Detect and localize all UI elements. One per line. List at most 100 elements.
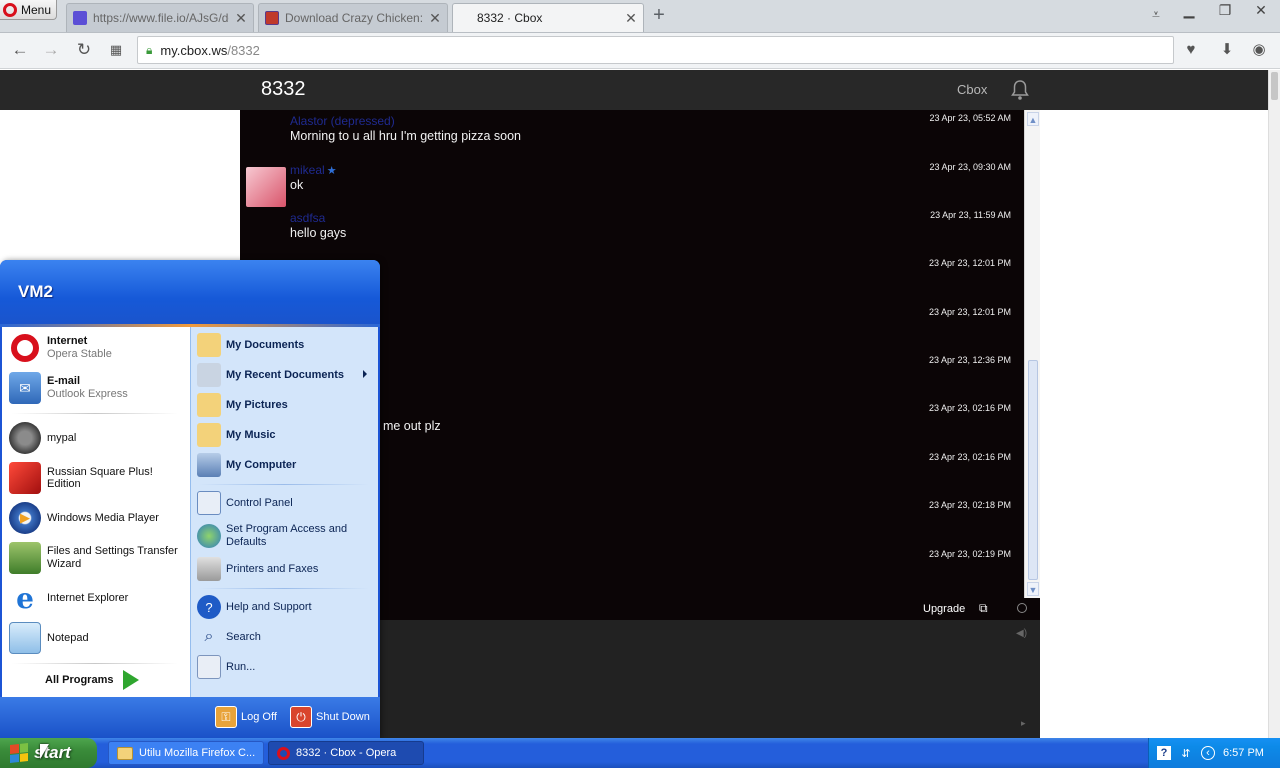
bell-icon[interactable] bbox=[1008, 78, 1032, 102]
download-icon[interactable]: ⬇ bbox=[1216, 39, 1238, 61]
my-computer-item[interactable]: My Computer bbox=[197, 451, 375, 479]
my-pictures-item[interactable]: My Pictures bbox=[197, 391, 375, 419]
chat-message: Alastor (depressed) Morning to u all hru… bbox=[240, 110, 1024, 158]
item-title: Russian Square Plus! Edition bbox=[47, 466, 153, 490]
close-tab-icon[interactable]: ✕ bbox=[625, 10, 637, 27]
help-support-item[interactable]: ? Help and Support bbox=[197, 593, 375, 621]
notepad-icon bbox=[9, 622, 41, 654]
message-username[interactable]: mikeal ★ bbox=[290, 163, 337, 177]
taskbar-item-opera[interactable]: 8332 · Cbox - Opera bbox=[268, 741, 424, 765]
message-username[interactable]: asdfsa bbox=[290, 211, 325, 225]
power-icon: ⏻ bbox=[290, 706, 312, 728]
search-item[interactable]: ⌕ Search bbox=[197, 623, 375, 651]
resize-arrow-icon[interactable]: ▸ bbox=[1021, 718, 1026, 729]
close-tab-icon[interactable]: ✕ bbox=[429, 10, 441, 27]
recent-media-player[interactable]: ▶ Windows Media Player bbox=[9, 499, 187, 537]
printers-faxes-item[interactable]: Printers and Faxes bbox=[197, 555, 375, 583]
back-arrow-icon[interactable]: ← bbox=[9, 39, 31, 61]
account-icon[interactable]: ◉ bbox=[1248, 39, 1270, 61]
reload-icon[interactable]: ↻ bbox=[73, 39, 95, 61]
window-controls: ▁ ❐ ✕ bbox=[1176, 2, 1274, 20]
system-tray: ? ⇵ ‹ 6:57 PM bbox=[1148, 738, 1280, 768]
scroll-thumb[interactable] bbox=[1028, 360, 1038, 580]
item-title: mypal bbox=[47, 432, 77, 444]
chat-scrollbar[interactable]: ▲ ▼ bbox=[1024, 110, 1040, 598]
program-access-item[interactable]: Set Program Access and Defaults bbox=[197, 519, 375, 553]
item-subtitle: Opera Stable bbox=[47, 348, 112, 360]
recent-notepad[interactable]: Notepad bbox=[9, 619, 187, 657]
my-music-item[interactable]: My Music bbox=[197, 421, 375, 449]
clock[interactable]: 6:57 PM bbox=[1223, 747, 1264, 759]
start-menu-footer: ⚿ Log Off ⏻ Shut Down bbox=[0, 697, 380, 738]
pinned-internet[interactable]: Internet Opera Stable bbox=[9, 329, 187, 367]
address-bar[interactable]: 🔒︎ my.cbox.ws/8332 bbox=[137, 36, 1174, 64]
help-tray-icon[interactable]: ? bbox=[1157, 746, 1171, 760]
browser-tab-bar: Menu https://www.file.io/AJsG/do ✕ Downl… bbox=[0, 0, 1280, 33]
pinned-email[interactable]: ✉ E-mail Outlook Express bbox=[9, 369, 187, 407]
start-menu: VM2 Internet Opera Stable ✉ E-mail Outlo… bbox=[0, 260, 380, 738]
opera-icon bbox=[9, 332, 41, 364]
chat-message: mikeal ★ ok 23 Apr 23, 09:30 AM bbox=[240, 159, 1024, 207]
user-name: VM2 bbox=[18, 282, 53, 301]
tab-crazy-chicken[interactable]: Download Crazy Chicken: Th ✕ bbox=[258, 3, 448, 32]
my-documents-item[interactable]: My Documents bbox=[197, 331, 375, 359]
upgrade-link[interactable]: Upgrade bbox=[923, 603, 965, 615]
page-scrollbar[interactable] bbox=[1268, 70, 1280, 738]
scroll-down-icon[interactable]: ▼ bbox=[1027, 582, 1039, 596]
recent-internet-explorer[interactable]: e Internet Explorer bbox=[9, 579, 187, 617]
cbox-nav-link[interactable]: Cbox bbox=[957, 82, 987, 97]
windows-flag-icon bbox=[10, 743, 28, 763]
show-hidden-icons-chevron-icon[interactable]: ‹ bbox=[1201, 746, 1215, 760]
run-item[interactable]: Run... bbox=[197, 653, 375, 681]
avatar[interactable] bbox=[246, 167, 286, 207]
opera-menu-button[interactable]: Menu bbox=[0, 0, 57, 20]
submenu-arrow-icon bbox=[363, 370, 367, 378]
message-text: Morning to u all hru I'm getting pizza s… bbox=[290, 129, 521, 143]
settings-circle-icon[interactable] bbox=[1017, 603, 1027, 613]
popout-icon[interactable]: ⧉ bbox=[979, 601, 988, 616]
forward-arrow-icon[interactable]: → bbox=[40, 39, 62, 61]
log-off-button[interactable]: ⚿ Log Off bbox=[215, 705, 277, 729]
minimize-icon[interactable]: ▁ bbox=[1176, 2, 1202, 20]
shut-down-button[interactable]: ⏻ Shut Down bbox=[290, 705, 370, 729]
close-window-icon[interactable]: ✕ bbox=[1248, 2, 1274, 20]
item-title: Internet Explorer bbox=[47, 592, 129, 604]
lock-icon: 🔒︎ bbox=[146, 42, 153, 57]
my-recent-documents-item[interactable]: My Recent Documents bbox=[197, 361, 375, 389]
item-title: Internet bbox=[47, 335, 88, 347]
speed-dial-grid-icon[interactable]: ▦ bbox=[105, 39, 127, 61]
places-pane: My Documents My Recent Documents My Pict… bbox=[190, 327, 378, 697]
raccoon-icon bbox=[9, 422, 41, 454]
tab-menu-icon[interactable]: ⩡ bbox=[1146, 6, 1166, 26]
close-tab-icon[interactable]: ✕ bbox=[235, 10, 247, 27]
recent-transfer-wizard[interactable]: Files and Settings Transfer Wizard bbox=[9, 539, 187, 577]
control-panel-item[interactable]: Control Panel bbox=[197, 489, 375, 517]
tab-cbox[interactable]: 8332 · Cbox ✕ bbox=[452, 3, 644, 32]
message-text: t me out plz bbox=[376, 419, 441, 433]
message-text: hello gays bbox=[290, 226, 347, 240]
sound-icon[interactable]: ◀) bbox=[1016, 628, 1027, 639]
computer-icon bbox=[197, 453, 221, 477]
taskbar-item-firefox-folder[interactable]: Utilu Mozilla Firefox C... bbox=[108, 741, 264, 765]
message-text: ok bbox=[290, 178, 304, 192]
recent-russian-square[interactable]: Russian Square Plus! Edition bbox=[9, 459, 187, 497]
search-icon: ⌕ bbox=[204, 628, 214, 645]
run-icon bbox=[197, 655, 221, 679]
download-favicon-icon bbox=[265, 11, 279, 25]
recent-mypal[interactable]: mypal bbox=[9, 419, 187, 457]
message-time: 23 Apr 23, 02:19 PM bbox=[928, 549, 1011, 559]
tab-title: https://www.file.io/AJsG/do bbox=[93, 11, 229, 25]
message-username[interactable]: Alastor (depressed) bbox=[290, 114, 395, 128]
folder-pictures-icon bbox=[197, 393, 221, 417]
new-tab-button[interactable]: + bbox=[648, 5, 670, 26]
scroll-up-icon[interactable]: ▲ bbox=[1027, 112, 1039, 126]
media-player-icon: ▶ bbox=[9, 502, 41, 534]
cube-icon bbox=[9, 462, 41, 494]
message-time: 23 Apr 23, 05:52 AM bbox=[929, 113, 1011, 123]
program-access-icon bbox=[197, 524, 221, 548]
all-programs-button[interactable]: All Programs bbox=[45, 670, 140, 690]
network-tray-icon[interactable]: ⇵ bbox=[1179, 746, 1193, 760]
restore-icon[interactable]: ❐ bbox=[1212, 2, 1238, 20]
heart-bookmark-icon[interactable]: ♥ bbox=[1180, 39, 1202, 61]
tab-file-io[interactable]: https://www.file.io/AJsG/do ✕ bbox=[66, 3, 254, 32]
